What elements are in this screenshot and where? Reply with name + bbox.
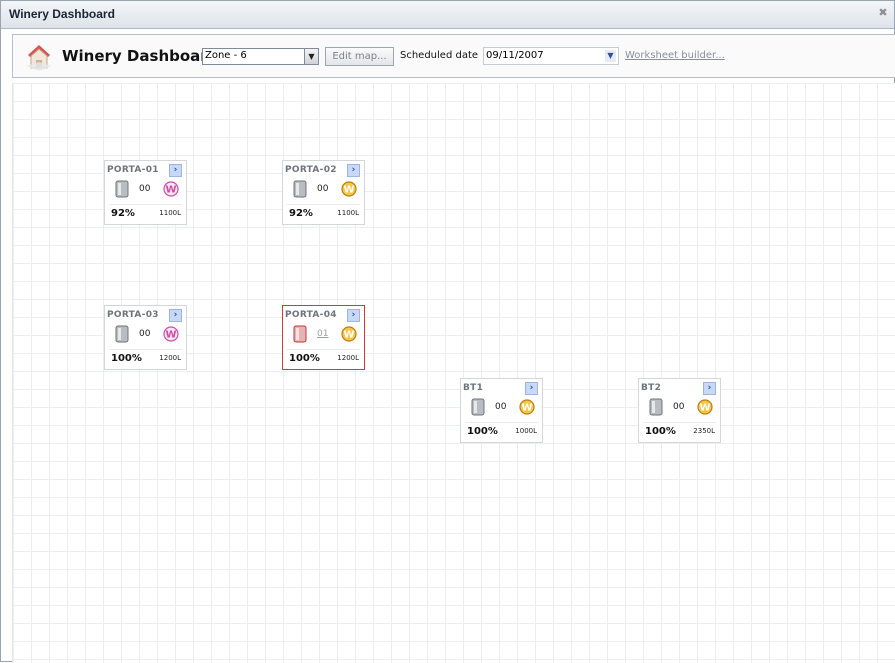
divider <box>465 422 538 423</box>
dashboard-window: Winery Dashboard ✖ Winery Dashboard Zone… <box>0 0 895 663</box>
tank-fill-percent: 100% <box>111 353 142 364</box>
divider <box>643 422 716 423</box>
divider <box>109 349 182 350</box>
tank-fill-percent: 92% <box>289 208 313 219</box>
white-wine-icon: W <box>163 326 179 342</box>
tank-count: 00 <box>317 184 329 194</box>
arrow-right-icon[interactable]: › <box>703 382 716 395</box>
svg-text:W: W <box>521 403 532 414</box>
arrow-right-icon[interactable]: › <box>169 164 182 177</box>
scheduled-date-label: Scheduled date <box>400 50 479 61</box>
zone-select-value: Zone - 6 <box>205 50 247 61</box>
tank-fill-percent: 100% <box>289 353 320 364</box>
divider <box>109 204 182 205</box>
tank-fill-percent: 92% <box>111 208 135 219</box>
app-title: Winery Dashboard <box>62 47 219 65</box>
tank-count: 00 <box>673 402 685 412</box>
tank-icon <box>293 180 307 198</box>
svg-text:W: W <box>699 403 710 414</box>
edit-map-button[interactable]: Edit map... <box>325 47 394 66</box>
tank-icon <box>115 325 129 343</box>
chevron-down-icon[interactable]: ▼ <box>304 49 318 64</box>
title-bar: Winery Dashboard ✖ <box>1 1 894 29</box>
tank-name: PORTA-01 <box>107 165 159 175</box>
tank-name: PORTA-03 <box>107 310 159 320</box>
divider <box>287 204 360 205</box>
close-icon[interactable]: ✖ <box>876 6 890 20</box>
tank-icon <box>293 325 307 343</box>
svg-text:W: W <box>343 330 354 341</box>
svg-text:W: W <box>165 185 176 196</box>
arrow-right-icon[interactable]: › <box>525 382 538 395</box>
toolbar: Winery Dashboard Zone - 6 ▼ Edit map... … <box>12 34 895 78</box>
tank-name: PORTA-04 <box>285 310 337 320</box>
svg-text:W: W <box>343 185 354 196</box>
arrow-right-icon[interactable]: › <box>169 309 182 322</box>
arrow-right-icon[interactable]: › <box>347 164 360 177</box>
white-wine-icon: W <box>163 181 179 197</box>
tank-volume: 1000L <box>515 427 537 435</box>
gold-wine-icon: W <box>341 326 357 342</box>
tank-volume: 1200L <box>159 354 181 362</box>
tank-card[interactable]: PORTA-02 › 00 W 92% 1100L <box>282 160 365 225</box>
tank-count: 00 <box>495 402 507 412</box>
tank-card[interactable]: PORTA-01 › 00 W 92% 1100L <box>104 160 187 225</box>
tank-fill-percent: 100% <box>467 426 498 437</box>
svg-text:W: W <box>165 330 176 341</box>
tank-volume: 1200L <box>337 354 359 362</box>
tank-card[interactable]: BT2 › 00 W 100% 2350L <box>638 378 721 443</box>
arrow-right-icon[interactable]: › <box>347 309 360 322</box>
tank-icon <box>115 180 129 198</box>
map-canvas: PORTA-01 › 00 W 92% 1100L PORTA-02 › 00 <box>12 83 895 663</box>
gold-wine-icon: W <box>519 399 535 415</box>
zone-select[interactable]: Zone - 6 ▼ <box>202 48 319 65</box>
tank-count: 00 <box>139 329 151 339</box>
tank-count-link[interactable]: 01 <box>317 329 328 339</box>
tank-count: 00 <box>139 184 151 194</box>
scheduled-date-value: 09/11/2007 <box>486 50 544 61</box>
gold-wine-icon: W <box>697 399 713 415</box>
tank-card-selected[interactable]: PORTA-04 › 01 W 100% 1200L <box>282 305 365 370</box>
tank-volume: 1100L <box>337 209 359 217</box>
tank-card[interactable]: BT1 › 00 W 100% 1000L <box>460 378 543 443</box>
house-icon <box>26 45 52 71</box>
tank-name: BT1 <box>463 383 484 393</box>
gold-wine-icon: W <box>341 181 357 197</box>
divider <box>287 349 360 350</box>
tank-icon <box>471 398 485 416</box>
tank-card[interactable]: PORTA-03 › 00 W 100% 1200L <box>104 305 187 370</box>
tank-volume: 2350L <box>693 427 715 435</box>
window-title: Winery Dashboard <box>9 7 115 21</box>
worksheet-builder-link[interactable]: Worksheet builder... <box>625 50 725 61</box>
tank-icon <box>649 398 663 416</box>
tank-volume: 1100L <box>159 209 181 217</box>
chevron-down-icon[interactable]: ▼ <box>605 50 616 62</box>
scheduled-date-field[interactable]: 09/11/2007 ▼ <box>483 47 619 65</box>
tank-name: BT2 <box>641 383 662 393</box>
tank-name: PORTA-02 <box>285 165 337 175</box>
tank-fill-percent: 100% <box>645 426 676 437</box>
